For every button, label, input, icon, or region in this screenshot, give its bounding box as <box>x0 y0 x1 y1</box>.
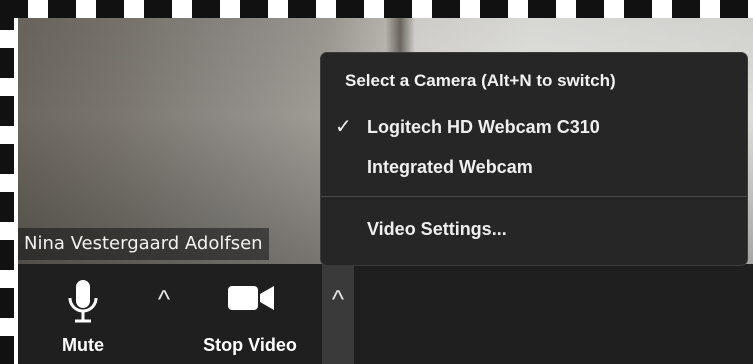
zoom-window: Nina Vestergaard Adolfsen Mute ^ Stop Vi… <box>0 0 753 364</box>
video-options-caret[interactable]: ^ <box>322 264 354 364</box>
menu-item-label: Video Settings... <box>367 219 507 239</box>
chevron-up-icon: ^ <box>157 284 171 314</box>
menu-item-label: Integrated Webcam <box>367 157 533 177</box>
menu-header: Select a Camera (Alt+N to switch) <box>345 71 616 90</box>
meeting-toolbar: Mute ^ Stop Video ^ <box>18 264 753 364</box>
video-camera-icon <box>228 286 274 310</box>
menu-item-video-settings[interactable]: Video Settings... <box>321 211 747 247</box>
dashed-border-left <box>0 0 14 364</box>
camera-select-menu: Select a Camera (Alt+N to switch) ✓ Logi… <box>320 52 748 266</box>
checkmark-icon: ✓ <box>335 116 352 138</box>
menu-item-label: Logitech HD Webcam C310 <box>367 117 600 137</box>
menu-divider <box>321 196 747 197</box>
chevron-up-icon: ^ <box>331 284 345 314</box>
menu-item-integrated-webcam[interactable]: Integrated Webcam <box>321 149 747 185</box>
stop-video-label: Stop Video <box>203 335 297 355</box>
audio-options-caret[interactable]: ^ <box>148 264 180 364</box>
mute-label: Mute <box>62 335 104 355</box>
mute-button[interactable]: Mute <box>48 264 118 364</box>
menu-item-logitech-webcam[interactable]: ✓ Logitech HD Webcam C310 <box>321 109 747 145</box>
participant-name-tag: Nina Vestergaard Adolfsen <box>18 228 269 260</box>
microphone-icon <box>68 280 98 323</box>
dashed-border-top <box>0 0 753 18</box>
stop-video-button[interactable]: Stop Video <box>194 264 306 364</box>
